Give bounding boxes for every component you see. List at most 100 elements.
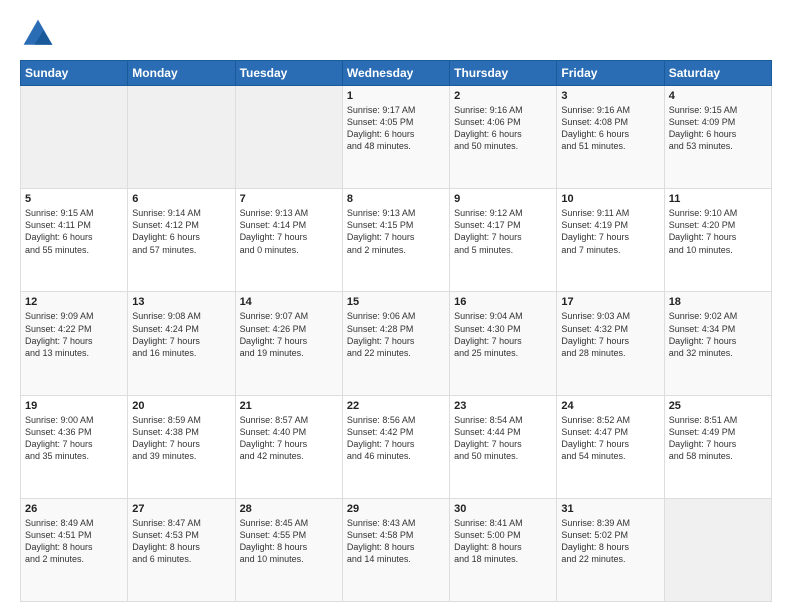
- col-header-tuesday: Tuesday: [235, 61, 342, 86]
- day-number: 26: [25, 503, 123, 515]
- day-cell: 21 Sunrise: 8:57 AM Sunset: 4:40 PM Dayli…: [235, 395, 342, 498]
- day-number: 24: [561, 400, 659, 412]
- day-number: 10: [561, 193, 659, 205]
- col-header-sunday: Sunday: [21, 61, 128, 86]
- day-cell: 26 Sunrise: 8:49 AM Sunset: 4:51 PM Dayli…: [21, 498, 128, 601]
- day-content: Sunrise: 9:15 AM Sunset: 4:09 PM Dayligh…: [669, 104, 767, 153]
- day-content: Sunrise: 9:13 AM Sunset: 4:15 PM Dayligh…: [347, 207, 445, 256]
- day-content: Sunrise: 9:08 AM Sunset: 4:24 PM Dayligh…: [132, 310, 230, 359]
- col-header-wednesday: Wednesday: [342, 61, 449, 86]
- day-content: Sunrise: 8:59 AM Sunset: 4:38 PM Dayligh…: [132, 414, 230, 463]
- col-header-saturday: Saturday: [664, 61, 771, 86]
- day-cell: 9 Sunrise: 9:12 AM Sunset: 4:17 PM Daylig…: [450, 189, 557, 292]
- day-cell: 16Sunrise: 9:04 AM Sunset: 4:30 PM Dayli…: [450, 292, 557, 395]
- day-cell: 1 Sunrise: 9:17 AM Sunset: 4:05 PM Daylig…: [342, 86, 449, 189]
- day-content: Sunrise: 9:07 AM Sunset: 4:26 PM Dayligh…: [240, 310, 338, 359]
- day-cell: [664, 498, 771, 601]
- day-content: Sunrise: 8:41 AM Sunset: 5:00 PM Dayligh…: [454, 517, 552, 566]
- day-cell: 17 Sunrise: 9:03 AM Sunset: 4:32 PM Dayli…: [557, 292, 664, 395]
- day-cell: 30 Sunrise: 8:41 AM Sunset: 5:00 PM Dayli…: [450, 498, 557, 601]
- day-cell: 10 Sunrise: 9:11 AM Sunset: 4:19 PM Dayli…: [557, 189, 664, 292]
- day-number: 6: [132, 193, 230, 205]
- day-content: Sunrise: 9:15 AM Sunset: 4:11 PM Dayligh…: [25, 207, 123, 256]
- week-row-4: 19 Sunrise: 9:00 AM Sunset: 4:36 PM Dayli…: [21, 395, 772, 498]
- day-cell: 20 Sunrise: 8:59 AM Sunset: 4:38 PM Dayli…: [128, 395, 235, 498]
- week-row-2: 5 Sunrise: 9:15 AM Sunset: 4:11 PM Daylig…: [21, 189, 772, 292]
- day-number: 1: [347, 90, 445, 102]
- day-content: Sunrise: 8:57 AM Sunset: 4:40 PM Dayligh…: [240, 414, 338, 463]
- day-cell: 23Sunrise: 8:54 AM Sunset: 4:44 PM Dayli…: [450, 395, 557, 498]
- day-cell: 5 Sunrise: 9:15 AM Sunset: 4:11 PM Daylig…: [21, 189, 128, 292]
- col-header-monday: Monday: [128, 61, 235, 86]
- day-number: 29: [347, 503, 445, 515]
- day-content: Sunrise: 9:16 AM Sunset: 4:08 PM Dayligh…: [561, 104, 659, 153]
- day-cell: 14 Sunrise: 9:07 AM Sunset: 4:26 PM Dayli…: [235, 292, 342, 395]
- week-row-5: 26 Sunrise: 8:49 AM Sunset: 4:51 PM Dayli…: [21, 498, 772, 601]
- day-number: 27: [132, 503, 230, 515]
- header: [20, 16, 772, 52]
- day-content: Sunrise: 9:17 AM Sunset: 4:05 PM Dayligh…: [347, 104, 445, 153]
- day-cell: 7Sunrise: 9:13 AM Sunset: 4:14 PM Daylig…: [235, 189, 342, 292]
- day-number: 13: [132, 296, 230, 308]
- day-number: 28: [240, 503, 338, 515]
- day-cell: 2 Sunrise: 9:16 AM Sunset: 4:06 PM Daylig…: [450, 86, 557, 189]
- day-number: 2: [454, 90, 552, 102]
- day-content: Sunrise: 9:00 AM Sunset: 4:36 PM Dayligh…: [25, 414, 123, 463]
- day-cell: 4 Sunrise: 9:15 AM Sunset: 4:09 PM Daylig…: [664, 86, 771, 189]
- logo: [20, 16, 60, 52]
- day-number: 9: [454, 193, 552, 205]
- week-row-3: 12 Sunrise: 9:09 AM Sunset: 4:22 PM Dayli…: [21, 292, 772, 395]
- day-number: 30: [454, 503, 552, 515]
- day-number: 31: [561, 503, 659, 515]
- day-content: Sunrise: 9:11 AM Sunset: 4:19 PM Dayligh…: [561, 207, 659, 256]
- day-number: 3: [561, 90, 659, 102]
- col-header-friday: Friday: [557, 61, 664, 86]
- day-cell: 13 Sunrise: 9:08 AM Sunset: 4:24 PM Dayli…: [128, 292, 235, 395]
- day-content: Sunrise: 9:06 AM Sunset: 4:28 PM Dayligh…: [347, 310, 445, 359]
- day-number: 19: [25, 400, 123, 412]
- day-number: 8: [347, 193, 445, 205]
- day-cell: 15Sunrise: 9:06 AM Sunset: 4:28 PM Dayli…: [342, 292, 449, 395]
- day-content: Sunrise: 9:10 AM Sunset: 4:20 PM Dayligh…: [669, 207, 767, 256]
- day-number: 21: [240, 400, 338, 412]
- day-content: Sunrise: 9:14 AM Sunset: 4:12 PM Dayligh…: [132, 207, 230, 256]
- day-content: Sunrise: 8:52 AM Sunset: 4:47 PM Dayligh…: [561, 414, 659, 463]
- day-cell: [235, 86, 342, 189]
- day-number: 4: [669, 90, 767, 102]
- day-content: Sunrise: 8:47 AM Sunset: 4:53 PM Dayligh…: [132, 517, 230, 566]
- day-cell: [21, 86, 128, 189]
- day-content: Sunrise: 8:49 AM Sunset: 4:51 PM Dayligh…: [25, 517, 123, 566]
- day-number: 25: [669, 400, 767, 412]
- day-number: 12: [25, 296, 123, 308]
- day-content: Sunrise: 8:51 AM Sunset: 4:49 PM Dayligh…: [669, 414, 767, 463]
- day-cell: 22 Sunrise: 8:56 AM Sunset: 4:42 PM Dayli…: [342, 395, 449, 498]
- day-content: Sunrise: 9:13 AM Sunset: 4:14 PM Dayligh…: [240, 207, 338, 256]
- day-number: 18: [669, 296, 767, 308]
- day-cell: 8 Sunrise: 9:13 AM Sunset: 4:15 PM Daylig…: [342, 189, 449, 292]
- week-row-1: 1 Sunrise: 9:17 AM Sunset: 4:05 PM Daylig…: [21, 86, 772, 189]
- day-content: Sunrise: 8:39 AM Sunset: 5:02 PM Dayligh…: [561, 517, 659, 566]
- day-cell: 19 Sunrise: 9:00 AM Sunset: 4:36 PM Dayli…: [21, 395, 128, 498]
- day-content: Sunrise: 8:45 AM Sunset: 4:55 PM Dayligh…: [240, 517, 338, 566]
- day-cell: 31 Sunrise: 8:39 AM Sunset: 5:02 PM Dayli…: [557, 498, 664, 601]
- calendar: SundayMondayTuesdayWednesdayThursdayFrid…: [20, 60, 772, 602]
- day-content: Sunrise: 9:12 AM Sunset: 4:17 PM Dayligh…: [454, 207, 552, 256]
- day-content: Sunrise: 9:04 AM Sunset: 4:30 PM Dayligh…: [454, 310, 552, 359]
- day-number: 5: [25, 193, 123, 205]
- logo-icon: [20, 16, 56, 52]
- day-cell: 29Sunrise: 8:43 AM Sunset: 4:58 PM Dayli…: [342, 498, 449, 601]
- day-number: 20: [132, 400, 230, 412]
- day-cell: 25 Sunrise: 8:51 AM Sunset: 4:49 PM Dayli…: [664, 395, 771, 498]
- day-cell: 11Sunrise: 9:10 AM Sunset: 4:20 PM Dayli…: [664, 189, 771, 292]
- day-cell: 18Sunrise: 9:02 AM Sunset: 4:34 PM Dayli…: [664, 292, 771, 395]
- day-cell: 3 Sunrise: 9:16 AM Sunset: 4:08 PM Daylig…: [557, 86, 664, 189]
- day-content: Sunrise: 9:16 AM Sunset: 4:06 PM Dayligh…: [454, 104, 552, 153]
- day-content: Sunrise: 8:56 AM Sunset: 4:42 PM Dayligh…: [347, 414, 445, 463]
- day-content: Sunrise: 9:03 AM Sunset: 4:32 PM Dayligh…: [561, 310, 659, 359]
- day-number: 14: [240, 296, 338, 308]
- day-number: 17: [561, 296, 659, 308]
- day-content: Sunrise: 8:54 AM Sunset: 4:44 PM Dayligh…: [454, 414, 552, 463]
- day-content: Sunrise: 9:09 AM Sunset: 4:22 PM Dayligh…: [25, 310, 123, 359]
- col-header-thursday: Thursday: [450, 61, 557, 86]
- day-number: 22: [347, 400, 445, 412]
